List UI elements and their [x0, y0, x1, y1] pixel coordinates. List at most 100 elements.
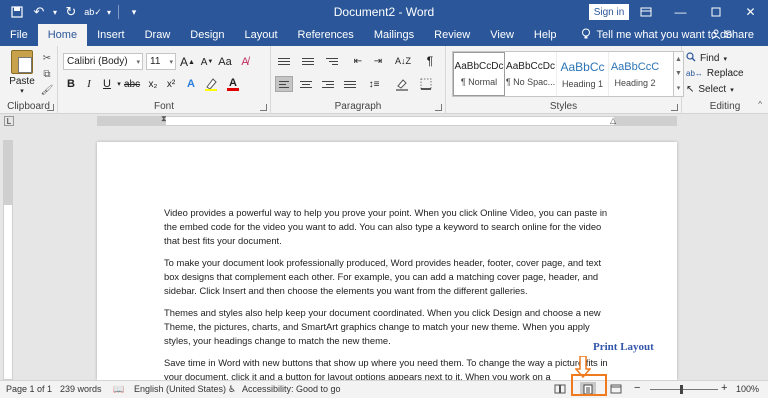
- tab-references[interactable]: References: [288, 24, 364, 46]
- borders-icon[interactable]: [419, 76, 433, 92]
- ruler-margin-right: [614, 117, 676, 125]
- tab-help[interactable]: Help: [524, 24, 567, 46]
- tab-layout[interactable]: Layout: [235, 24, 288, 46]
- tab-review[interactable]: Review: [424, 24, 480, 46]
- chevron-down-icon: ▾: [136, 58, 140, 66]
- undo-icon[interactable]: ↶: [28, 1, 50, 23]
- document-body[interactable]: Video provides a powerful way to help yo…: [164, 206, 614, 392]
- replace-button[interactable]: ab↔ Replace: [686, 68, 744, 79]
- read-mode-icon[interactable]: [552, 382, 568, 396]
- close-icon[interactable]: ✕: [733, 0, 768, 24]
- ribbon-display-icon[interactable]: [628, 0, 663, 24]
- redo-icon[interactable]: ↻: [60, 1, 82, 23]
- tab-selector-icon[interactable]: L: [4, 116, 14, 126]
- more-icon[interactable]: ▾: [677, 84, 681, 92]
- align-left-icon[interactable]: [275, 76, 293, 92]
- save-icon[interactable]: [6, 1, 28, 23]
- text-effects-icon[interactable]: A: [184, 76, 198, 92]
- dialog-launcher-icon[interactable]: [260, 104, 267, 111]
- format-painter-icon[interactable]: 🖌: [40, 84, 54, 96]
- chevron-down-icon[interactable]: ▾: [104, 1, 114, 23]
- shrink-font-icon[interactable]: A ▼: [200, 54, 214, 70]
- paragraph[interactable]: Video provides a powerful way to help yo…: [164, 206, 614, 248]
- tab-file[interactable]: File: [0, 24, 38, 46]
- sort-icon[interactable]: A↓Z: [395, 53, 411, 69]
- shading-icon[interactable]: [395, 76, 409, 92]
- dialog-launcher-icon[interactable]: [671, 104, 678, 111]
- paste-label: Paste: [9, 76, 35, 87]
- horizontal-ruler[interactable]: ⧗ △: [97, 114, 677, 126]
- tab-home[interactable]: Home: [37, 24, 88, 46]
- zoom-slider-thumb[interactable]: [680, 385, 683, 394]
- spelling-icon[interactable]: ab✓: [82, 1, 104, 23]
- style-heading-1[interactable]: AaBbCc Heading 1: [557, 52, 609, 96]
- chevron-down-icon[interactable]: ▾: [50, 1, 60, 23]
- zoom-slider[interactable]: [650, 389, 718, 390]
- increase-indent-icon[interactable]: ⇥: [371, 53, 385, 69]
- strikethrough-icon[interactable]: abc: [124, 76, 140, 92]
- style-normal[interactable]: AaBbCcDc ¶ Normal: [453, 52, 505, 96]
- tell-me-search[interactable]: Tell me what you want to do: [581, 24, 732, 46]
- find-button[interactable]: Find ▾: [686, 52, 727, 65]
- justify-icon[interactable]: [341, 76, 359, 92]
- numbering-icon[interactable]: [299, 53, 317, 69]
- chevron-up-icon[interactable]: ▲: [675, 56, 682, 63]
- paragraph[interactable]: Themes and styles also help keep your do…: [164, 306, 614, 348]
- indent-marker-icon[interactable]: ⧗: [161, 114, 167, 124]
- web-layout-icon[interactable]: [608, 382, 624, 396]
- paste-button[interactable]: Paste ▾: [8, 50, 36, 96]
- style-heading-2[interactable]: AaBbCcC Heading 2: [609, 52, 661, 96]
- tab-draw[interactable]: Draw: [135, 24, 181, 46]
- bold-icon[interactable]: B: [64, 76, 78, 92]
- customize-icon[interactable]: ▾: [123, 1, 145, 23]
- proofing-icon[interactable]: 📖: [113, 384, 124, 395]
- highlight-icon[interactable]: [204, 76, 218, 92]
- maximize-icon[interactable]: [698, 0, 733, 24]
- accessibility-status[interactable]: Accessibility: Good to go: [242, 384, 341, 394]
- zoom-in-button[interactable]: +: [721, 382, 727, 394]
- style-name: ¶ No Spac...: [505, 77, 556, 87]
- superscript-icon[interactable]: x²: [164, 76, 178, 92]
- paragraph[interactable]: To make your document look professionall…: [164, 256, 614, 298]
- decrease-indent-icon[interactable]: ⇤: [351, 53, 365, 69]
- editing-label: Editing: [709, 101, 741, 112]
- share-label: Share: [724, 29, 754, 41]
- style-no-spacing[interactable]: AaBbCcDc ¶ No Spac...: [505, 52, 557, 96]
- right-indent-marker-icon[interactable]: △: [610, 116, 616, 125]
- multilevel-list-icon[interactable]: [323, 53, 341, 69]
- clear-formatting-icon[interactable]: A̸: [238, 54, 252, 70]
- tab-mailings[interactable]: Mailings: [364, 24, 424, 46]
- dialog-launcher-icon[interactable]: [47, 104, 54, 111]
- subscript-icon[interactable]: x₂: [146, 76, 160, 92]
- align-center-icon[interactable]: [297, 76, 315, 92]
- tab-insert[interactable]: Insert: [87, 24, 135, 46]
- page-count[interactable]: Page 1 of 1: [6, 384, 52, 394]
- minimize-icon[interactable]: —: [663, 0, 698, 24]
- change-case-icon[interactable]: Aa: [218, 54, 232, 70]
- font-name-combo[interactable]: Calibri (Body) ▾: [63, 53, 143, 70]
- word-count[interactable]: 239 words: [60, 384, 102, 394]
- select-button[interactable]: ↖ Select ▾: [686, 84, 734, 95]
- copy-icon[interactable]: ⧉: [40, 68, 54, 80]
- tab-view[interactable]: View: [480, 24, 524, 46]
- chevron-down-icon[interactable]: ▼: [675, 70, 682, 77]
- grow-font-icon[interactable]: A ▲: [180, 54, 195, 70]
- zoom-out-button[interactable]: −: [634, 382, 640, 394]
- cut-icon[interactable]: ✂: [40, 52, 54, 64]
- align-right-icon[interactable]: [319, 76, 337, 92]
- italic-icon[interactable]: I: [82, 76, 96, 92]
- font-color-icon[interactable]: A: [226, 76, 240, 92]
- bullets-icon[interactable]: [275, 53, 293, 69]
- language[interactable]: English (United States): [134, 384, 226, 394]
- document-page[interactable]: Video provides a powerful way to help yo…: [97, 142, 677, 382]
- share-button[interactable]: Share: [711, 24, 754, 46]
- sign-in-button[interactable]: Sign in: [589, 4, 629, 20]
- font-size-combo[interactable]: 11 ▾: [146, 53, 176, 70]
- pilcrow-icon[interactable]: ¶: [423, 53, 437, 69]
- collapse-ribbon-icon[interactable]: ^: [758, 100, 762, 109]
- dialog-launcher-icon[interactable]: [435, 104, 442, 111]
- line-spacing-icon[interactable]: ↕≡: [367, 76, 381, 92]
- tab-design[interactable]: Design: [180, 24, 234, 46]
- accessibility-icon[interactable]: ♿: [228, 384, 236, 395]
- zoom-level[interactable]: 100%: [736, 384, 759, 394]
